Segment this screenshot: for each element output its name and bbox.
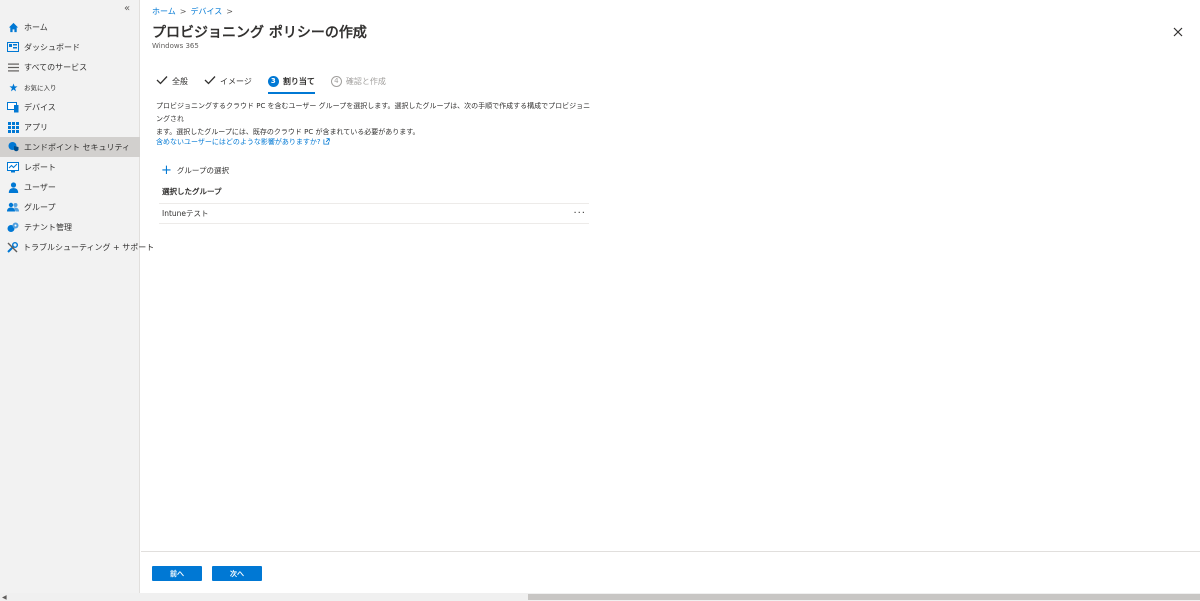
- tenant-icon: [7, 221, 19, 233]
- wizard-steps: 全般 イメージ 3 割り当て 4 確認と作成: [156, 72, 402, 94]
- row-more-button[interactable]: ···: [573, 208, 586, 219]
- sidebar-item-label: お気に入り: [24, 84, 57, 92]
- sidebar-item-label: ダッシュボード: [24, 42, 80, 52]
- sidebar-item-dashboard[interactable]: ダッシュボード: [0, 37, 140, 57]
- sidebar-item-label: グループ: [24, 202, 56, 212]
- sidebar-item-label: トラブルシューティング + サポート: [23, 242, 155, 252]
- horizontal-scrollbar[interactable]: ◀: [0, 593, 1200, 601]
- breadcrumb-separator: >: [226, 7, 233, 16]
- list-item: Intuneテスト ···: [159, 204, 589, 224]
- sidebar-item-label: ホーム: [24, 22, 48, 32]
- sidebar-item-groups[interactable]: グループ: [0, 197, 140, 217]
- breadcrumb-home-link[interactable]: ホーム: [152, 6, 176, 17]
- scrollbar-thumb[interactable]: [528, 594, 1200, 600]
- description-text: プロビジョニングするクラウド PC を含むユーザー グループを選択します。選択し…: [156, 100, 596, 139]
- sidebar-item-favorites[interactable]: お気に入り: [0, 77, 140, 97]
- scroll-left-icon[interactable]: ◀: [2, 594, 7, 601]
- breadcrumb-devices-link[interactable]: デバイス: [190, 6, 222, 17]
- sidebar-item-troubleshooting[interactable]: トラブルシューティング + サポート: [0, 237, 154, 257]
- selected-groups-title: 選択したグループ: [162, 187, 222, 196]
- select-groups-label: グループの選択: [176, 166, 229, 175]
- sidebar-nav: ホーム ダッシュボード すべてのサービス お気に入り デバイス アプリ エンドポ…: [0, 17, 154, 257]
- dashboard-icon: [7, 41, 19, 53]
- sidebar-item-label: デバイス: [24, 102, 56, 112]
- help-link-label: 含めないユーザーにはどのような影響がありますか?: [156, 138, 321, 146]
- sidebar-item-label: レポート: [24, 162, 56, 172]
- step-label: 全般: [172, 76, 188, 86]
- sidebar-item-label: アプリ: [24, 122, 48, 132]
- apps-icon: [7, 121, 19, 133]
- sidebar-item-devices[interactable]: デバイス: [0, 97, 140, 117]
- step-label: 割り当て: [282, 76, 315, 86]
- next-button[interactable]: 次へ: [212, 566, 262, 581]
- group-name: Intuneテスト: [162, 209, 209, 218]
- breadcrumb: ホーム > デバイス >: [152, 6, 233, 17]
- step-number: 3: [267, 75, 279, 87]
- checkmark-icon: [204, 75, 216, 87]
- sidebar-item-all-services[interactable]: すべてのサービス: [0, 57, 140, 77]
- close-icon[interactable]: [1172, 26, 1184, 38]
- wrench-icon: [7, 241, 18, 253]
- sidebar-item-label: ユーザー: [24, 182, 56, 192]
- sidebar-item-endpoint-security[interactable]: エンドポイント セキュリティ: [0, 137, 140, 157]
- step-label: イメージ: [220, 76, 252, 86]
- selected-groups-list: Intuneテスト ···: [159, 203, 589, 224]
- tab-general[interactable]: 全般: [156, 72, 188, 90]
- user-icon: [7, 181, 19, 193]
- sidebar-item-label: すべてのサービス: [24, 62, 88, 72]
- select-groups-button[interactable]: + グループの選択: [161, 164, 229, 177]
- checkmark-icon: [156, 75, 168, 87]
- description-line: プロビジョニングするクラウド PC を含むユーザー グループを選択します。選択し…: [156, 102, 591, 123]
- external-link-icon: [323, 137, 330, 147]
- step-label: 確認と作成: [345, 76, 386, 86]
- report-icon: [7, 161, 19, 173]
- plus-icon: +: [161, 163, 172, 178]
- sidebar: « ホーム ダッシュボード すべてのサービス お気に入り デバイス アプリ エン…: [0, 0, 154, 601]
- more-actions-button[interactable]: ···: [352, 25, 362, 36]
- sidebar-item-users[interactable]: ユーザー: [0, 177, 140, 197]
- help-link[interactable]: 含めないユーザーにはどのような影響がありますか?: [156, 137, 330, 147]
- sidebar-item-apps[interactable]: アプリ: [0, 117, 140, 137]
- footer-bar: 前へ 次へ: [141, 551, 1200, 593]
- sidebar-item-label: エンドポイント セキュリティ: [24, 142, 131, 152]
- step-number: 4: [330, 75, 342, 87]
- sidebar-item-tenant-admin[interactable]: テナント管理: [0, 217, 140, 237]
- star-icon: [7, 81, 19, 93]
- tab-assignments[interactable]: 3 割り当て: [267, 72, 315, 94]
- sidebar-item-reports[interactable]: レポート: [0, 157, 140, 177]
- device-icon: [7, 101, 19, 113]
- tab-review-create[interactable]: 4 確認と作成: [330, 72, 386, 90]
- collapse-sidebar-button[interactable]: «: [124, 3, 130, 14]
- page-title: プロビジョニング ポリシーの作成: [152, 25, 367, 41]
- main-panel: ホーム > デバイス > プロビジョニング ポリシーの作成 ··· Window…: [141, 0, 1200, 601]
- shield-icon: [7, 141, 19, 153]
- sidebar-item-label: テナント管理: [24, 222, 72, 232]
- breadcrumb-separator: >: [179, 7, 187, 16]
- previous-button[interactable]: 前へ: [152, 566, 202, 581]
- group-icon: [7, 201, 19, 213]
- home-icon: [7, 21, 19, 33]
- tab-image[interactable]: イメージ: [204, 72, 252, 90]
- list-icon: [7, 61, 19, 73]
- page-subtitle: Windows 365: [152, 42, 199, 50]
- sidebar-item-home[interactable]: ホーム: [0, 17, 140, 37]
